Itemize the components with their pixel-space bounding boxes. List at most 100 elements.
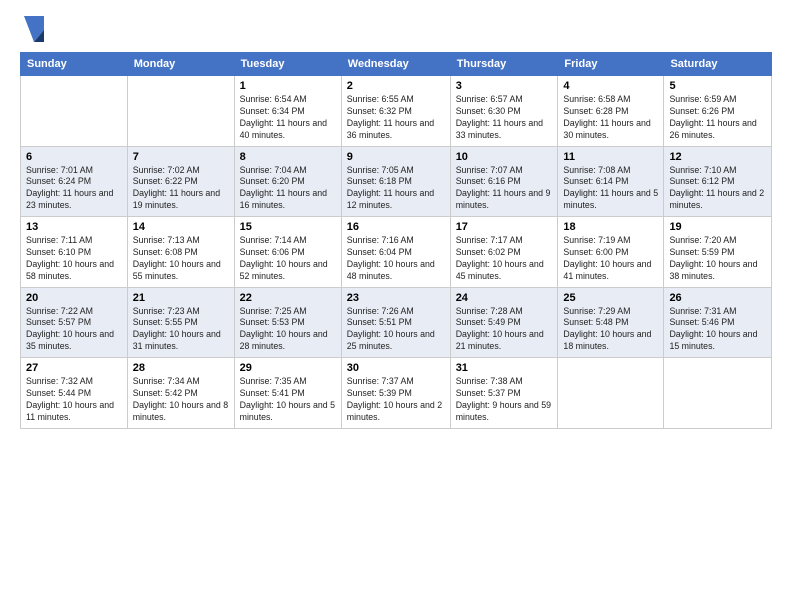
day-info: Sunrise: 7:11 AM Sunset: 6:10 PM Dayligh… (26, 235, 122, 283)
header-friday: Friday (558, 53, 664, 76)
calendar-day-cell: 15 Sunrise: 7:14 AM Sunset: 6:06 PM Dayli… (234, 217, 341, 288)
day-info: Sunrise: 7:13 AM Sunset: 6:08 PM Dayligh… (133, 235, 229, 283)
calendar-day-cell: 3 Sunrise: 6:57 AM Sunset: 6:30 PM Daylig… (450, 76, 558, 147)
day-number: 22 (240, 292, 336, 304)
calendar-day-cell: 20 Sunrise: 7:22 AM Sunset: 5:57 PM Dayli… (21, 287, 128, 358)
calendar-day-cell: 13 Sunrise: 7:11 AM Sunset: 6:10 PM Dayli… (21, 217, 128, 288)
calendar-day-cell: 2 Sunrise: 6:55 AM Sunset: 6:32 PM Daylig… (341, 76, 450, 147)
calendar-week-row: 1Sunrise: 6:54 AM Sunset: 6:34 PM Daylig… (21, 76, 772, 147)
calendar-day-cell: 29Sunrise: 7:35 AM Sunset: 5:41 PM Dayli… (234, 358, 341, 429)
calendar-day-cell: 5 Sunrise: 6:59 AM Sunset: 6:26 PM Daylig… (664, 76, 772, 147)
day-number: 3 (456, 80, 553, 92)
calendar-week-row: 6Sunrise: 7:01 AM Sunset: 6:24 PM Daylig… (21, 146, 772, 217)
day-number: 16 (347, 221, 445, 233)
calendar-day-cell: 10 Sunrise: 7:07 AM Sunset: 6:16 PM Dayli… (450, 146, 558, 217)
day-number: 12 (669, 151, 766, 163)
calendar-day-cell: 19 Sunrise: 7:20 AM Sunset: 5:59 PM Dayli… (664, 217, 772, 288)
logo (20, 16, 44, 42)
header-wednesday: Wednesday (341, 53, 450, 76)
calendar-day-cell: 14 Sunrise: 7:13 AM Sunset: 6:08 PM Dayli… (127, 217, 234, 288)
day-info: Sunrise: 7:02 AM Sunset: 6:22 PM Dayligh… (133, 165, 229, 213)
day-number: 26 (669, 292, 766, 304)
day-number: 23 (347, 292, 445, 304)
day-info: Sunrise: 7:32 AM Sunset: 5:44 PM Dayligh… (26, 376, 122, 424)
day-info: Sunrise: 7:34 AM Sunset: 5:42 PM Dayligh… (133, 376, 229, 424)
header-tuesday: Tuesday (234, 53, 341, 76)
day-number: 10 (456, 151, 553, 163)
calendar-day-cell: 23Sunrise: 7:26 AM Sunset: 5:51 PM Dayli… (341, 287, 450, 358)
calendar-day-cell: 22 Sunrise: 7:25 AM Sunset: 5:53 PM Dayli… (234, 287, 341, 358)
calendar-day-cell: 24 Sunrise: 7:28 AM Sunset: 5:49 PM Dayli… (450, 287, 558, 358)
page: Sunday Monday Tuesday Wednesday Thursday… (0, 0, 792, 612)
calendar-week-row: 20 Sunrise: 7:22 AM Sunset: 5:57 PM Dayli… (21, 287, 772, 358)
day-number: 4 (563, 80, 658, 92)
calendar-day-cell (558, 358, 664, 429)
calendar-day-cell: 4Sunrise: 6:58 AM Sunset: 6:28 PM Daylig… (558, 76, 664, 147)
calendar-header: Sunday Monday Tuesday Wednesday Thursday… (21, 53, 772, 76)
day-number: 30 (347, 362, 445, 374)
day-number: 5 (669, 80, 766, 92)
calendar-day-cell: 28Sunrise: 7:34 AM Sunset: 5:42 PM Dayli… (127, 358, 234, 429)
day-info: Sunrise: 7:28 AM Sunset: 5:49 PM Dayligh… (456, 306, 553, 354)
day-number: 25 (563, 292, 658, 304)
calendar-day-cell: 26Sunrise: 7:31 AM Sunset: 5:46 PM Dayli… (664, 287, 772, 358)
day-info: Sunrise: 7:25 AM Sunset: 5:53 PM Dayligh… (240, 306, 336, 354)
calendar-day-cell (127, 76, 234, 147)
header-sunday: Sunday (21, 53, 128, 76)
day-number: 15 (240, 221, 336, 233)
header-thursday: Thursday (450, 53, 558, 76)
header-monday: Monday (127, 53, 234, 76)
calendar-week-row: 27 Sunrise: 7:32 AM Sunset: 5:44 PM Dayli… (21, 358, 772, 429)
calendar-day-cell: 31 Sunrise: 7:38 AM Sunset: 5:37 PM Dayli… (450, 358, 558, 429)
day-info: Sunrise: 7:05 AM Sunset: 6:18 PM Dayligh… (347, 165, 445, 213)
day-info: Sunrise: 7:07 AM Sunset: 6:16 PM Dayligh… (456, 165, 553, 213)
day-info: Sunrise: 7:10 AM Sunset: 6:12 PM Dayligh… (669, 165, 766, 213)
day-info: Sunrise: 7:19 AM Sunset: 6:00 PM Dayligh… (563, 235, 658, 283)
day-info: Sunrise: 7:37 AM Sunset: 5:39 PM Dayligh… (347, 376, 445, 424)
weekday-header-row: Sunday Monday Tuesday Wednesday Thursday… (21, 53, 772, 76)
day-info: Sunrise: 7:04 AM Sunset: 6:20 PM Dayligh… (240, 165, 336, 213)
day-number: 21 (133, 292, 229, 304)
day-number: 7 (133, 151, 229, 163)
calendar-day-cell: 25 Sunrise: 7:29 AM Sunset: 5:48 PM Dayli… (558, 287, 664, 358)
day-info: Sunrise: 7:17 AM Sunset: 6:02 PM Dayligh… (456, 235, 553, 283)
calendar-day-cell: 11Sunrise: 7:08 AM Sunset: 6:14 PM Dayli… (558, 146, 664, 217)
calendar-body: 1Sunrise: 6:54 AM Sunset: 6:34 PM Daylig… (21, 76, 772, 429)
day-number: 2 (347, 80, 445, 92)
day-number: 20 (26, 292, 122, 304)
calendar-week-row: 13 Sunrise: 7:11 AM Sunset: 6:10 PM Dayli… (21, 217, 772, 288)
calendar-day-cell: 6Sunrise: 7:01 AM Sunset: 6:24 PM Daylig… (21, 146, 128, 217)
calendar-day-cell: 27 Sunrise: 7:32 AM Sunset: 5:44 PM Dayli… (21, 358, 128, 429)
day-info: Sunrise: 7:16 AM Sunset: 6:04 PM Dayligh… (347, 235, 445, 283)
day-number: 14 (133, 221, 229, 233)
day-info: Sunrise: 7:20 AM Sunset: 5:59 PM Dayligh… (669, 235, 766, 283)
logo-icon (24, 16, 44, 42)
day-info: Sunrise: 6:55 AM Sunset: 6:32 PM Dayligh… (347, 94, 445, 142)
day-number: 17 (456, 221, 553, 233)
calendar-day-cell: 17 Sunrise: 7:17 AM Sunset: 6:02 PM Dayli… (450, 217, 558, 288)
header (20, 16, 772, 42)
header-saturday: Saturday (664, 53, 772, 76)
day-info: Sunrise: 7:22 AM Sunset: 5:57 PM Dayligh… (26, 306, 122, 354)
day-info: Sunrise: 7:29 AM Sunset: 5:48 PM Dayligh… (563, 306, 658, 354)
day-number: 9 (347, 151, 445, 163)
calendar-day-cell: 9 Sunrise: 7:05 AM Sunset: 6:18 PM Daylig… (341, 146, 450, 217)
day-info: Sunrise: 6:59 AM Sunset: 6:26 PM Dayligh… (669, 94, 766, 142)
day-info: Sunrise: 7:14 AM Sunset: 6:06 PM Dayligh… (240, 235, 336, 283)
calendar-day-cell (664, 358, 772, 429)
calendar-day-cell: 7 Sunrise: 7:02 AM Sunset: 6:22 PM Daylig… (127, 146, 234, 217)
day-number: 24 (456, 292, 553, 304)
day-info: Sunrise: 6:57 AM Sunset: 6:30 PM Dayligh… (456, 94, 553, 142)
day-info: Sunrise: 7:01 AM Sunset: 6:24 PM Dayligh… (26, 165, 122, 213)
calendar-day-cell: 1Sunrise: 6:54 AM Sunset: 6:34 PM Daylig… (234, 76, 341, 147)
calendar-day-cell: 12 Sunrise: 7:10 AM Sunset: 6:12 PM Dayli… (664, 146, 772, 217)
day-number: 27 (26, 362, 122, 374)
day-number: 13 (26, 221, 122, 233)
day-info: Sunrise: 7:38 AM Sunset: 5:37 PM Dayligh… (456, 376, 553, 424)
day-number: 31 (456, 362, 553, 374)
calendar-day-cell: 16 Sunrise: 7:16 AM Sunset: 6:04 PM Dayli… (341, 217, 450, 288)
day-number: 29 (240, 362, 336, 374)
calendar-day-cell: 21Sunrise: 7:23 AM Sunset: 5:55 PM Dayli… (127, 287, 234, 358)
calendar-day-cell: 18Sunrise: 7:19 AM Sunset: 6:00 PM Dayli… (558, 217, 664, 288)
day-number: 19 (669, 221, 766, 233)
